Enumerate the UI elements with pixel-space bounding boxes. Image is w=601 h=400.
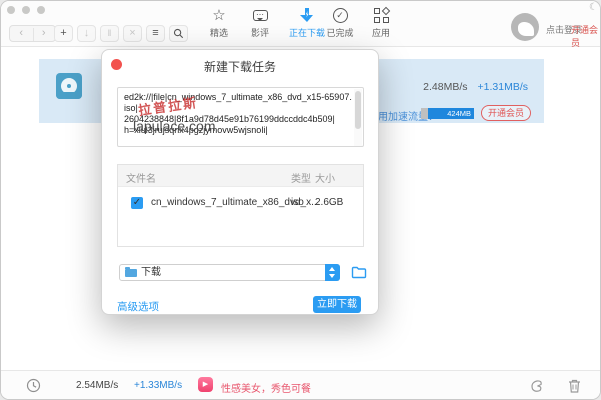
column-type: 类型 — [291, 170, 311, 185]
add-task-button[interactable]: + — [54, 25, 73, 42]
tab-featured[interactable]: ☆ 精选 — [199, 7, 239, 39]
folder-outline-icon — [351, 265, 367, 279]
save-path-value: 下载 — [141, 265, 161, 280]
task-speed: 2.48MB/s — [423, 81, 467, 93]
close-window-icon[interactable] — [7, 6, 15, 14]
file-list-header: 文件名 类型 大小 — [118, 165, 363, 187]
list-view-button[interactable]: ≡ — [146, 25, 165, 42]
dialog-title: 新建下载任务 — [102, 58, 378, 75]
minimize-window-icon[interactable] — [22, 6, 30, 14]
pause-button[interactable]: ‖ — [100, 25, 119, 42]
tab-apps[interactable]: 应用 — [362, 7, 400, 39]
save-path-select[interactable]: 下载 — [119, 264, 340, 281]
bird-logo-icon — [518, 22, 534, 36]
ad-link[interactable]: 性感美女，秀色可餐 — [221, 380, 311, 395]
bird-outline-icon[interactable] — [529, 378, 545, 394]
nav-button-group: ‹ › — [9, 25, 56, 42]
boost-speed: +1.33MB/s — [134, 380, 182, 391]
download-now-button[interactable]: 立即下载 — [313, 296, 361, 313]
chevron-down-icon — [329, 274, 335, 278]
live-app-icon[interactable]: ▶ — [198, 377, 213, 392]
tab-featured-label: 精选 — [199, 26, 239, 39]
url-textarea[interactable]: ed2k://|file|cn_windows_7_ultimate_x86_d… — [117, 87, 364, 147]
browse-folder-button[interactable] — [351, 265, 367, 280]
advanced-options-link[interactable]: 高级选项 — [117, 299, 159, 314]
total-speed: 2.54MB/s — [76, 380, 118, 391]
iso-file-icon — [56, 73, 82, 99]
traffic-progressbar: 424MB — [421, 108, 474, 119]
scrollbar-thumb[interactable] — [355, 91, 361, 129]
open-vip-button[interactable]: 开通会员 — [481, 105, 531, 121]
site-watermark: lapulace.com — [133, 118, 216, 134]
titlebar: ‹ › + ↓ ‖ × ≡ ☆ 精选 ⋯ 影评 — [1, 1, 600, 47]
tab-completed[interactable]: ✓ 已完成 — [318, 7, 362, 39]
check-circle-icon: ✓ — [333, 8, 348, 23]
apps-grid-icon — [374, 8, 389, 23]
column-size: 大小 — [315, 170, 335, 185]
download-arrow-icon — [300, 8, 314, 23]
scrollbar[interactable] — [354, 89, 362, 146]
forward-button[interactable]: › — [33, 26, 56, 41]
tab-completed-label: 已完成 — [318, 26, 362, 39]
task-boost-speed: +1.31MB/s — [478, 81, 529, 93]
vip-link[interactable]: 开通会员 — [571, 23, 600, 49]
file-checkbox[interactable]: ✓ — [131, 197, 143, 209]
resume-button[interactable]: ↓ — [77, 25, 96, 42]
folder-icon — [125, 269, 137, 277]
column-filename: 文件名 — [126, 170, 156, 185]
select-stepper[interactable] — [325, 264, 340, 281]
file-type: iso — [291, 197, 304, 208]
chevron-up-icon — [329, 267, 335, 271]
search-icon — [173, 28, 184, 39]
star-icon: ☆ — [212, 8, 225, 23]
traffic-value: 424MB — [428, 108, 474, 119]
file-size: 2.6GB — [315, 197, 343, 208]
night-mode-icon[interactable]: ☾ — [589, 2, 598, 13]
search-button[interactable] — [169, 25, 188, 42]
tab-reviews[interactable]: ⋯ 影评 — [240, 7, 280, 39]
statusbar: 2.54MB/s +1.33MB/s ▶ 性感美女，秀色可餐 — [1, 370, 600, 399]
file-row[interactable]: ✓ cn_windows_7_ultimate_x86_dvd_x... iso… — [118, 187, 363, 217]
clock-icon — [26, 378, 41, 393]
file-list: 文件名 类型 大小 ✓ cn_windows_7_ultimate_x86_dv… — [117, 164, 364, 247]
tab-reviews-label: 影评 — [240, 26, 280, 39]
avatar[interactable] — [511, 13, 539, 41]
app-window: ‹ › + ↓ ‖ × ≡ ☆ 精选 ⋯ 影评 — [0, 0, 601, 400]
back-button[interactable]: ‹ — [10, 26, 33, 41]
tab-apps-label: 应用 — [362, 26, 400, 39]
comment-icon: ⋯ — [253, 10, 268, 21]
delete-task-button[interactable]: × — [123, 25, 142, 42]
zoom-window-icon[interactable] — [37, 6, 45, 14]
new-task-dialog: 新建下载任务 ed2k://|file|cn_windows_7_ultimat… — [101, 49, 379, 315]
trash-icon[interactable] — [567, 378, 582, 394]
